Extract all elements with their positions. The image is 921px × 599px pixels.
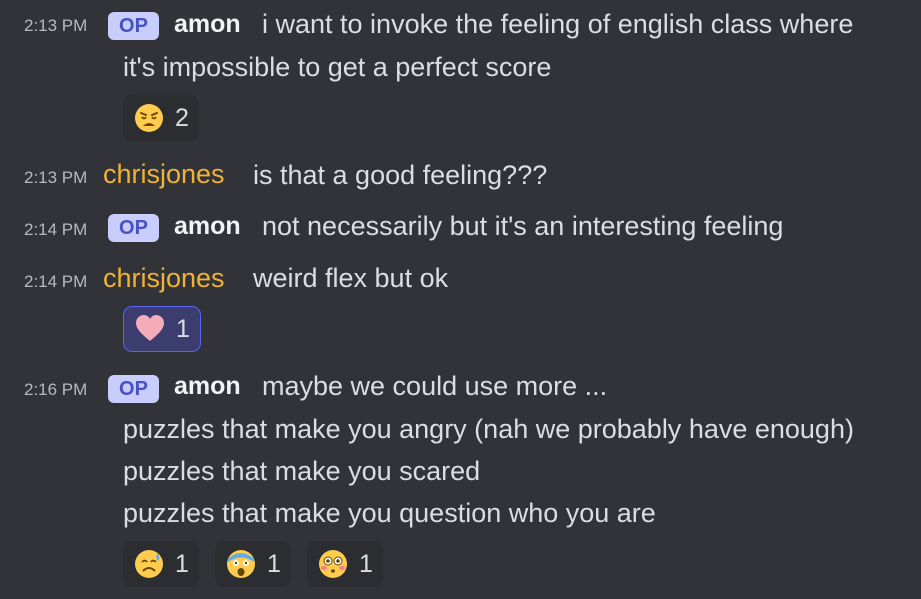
- screaming-face-icon: [225, 548, 257, 580]
- message-text: is that a good feeling???: [253, 160, 548, 190]
- message-text: weird flex but ok: [253, 263, 449, 293]
- weary-face-icon: [133, 102, 165, 134]
- timestamp: 2:14 PM: [24, 220, 88, 239]
- reaction-pink-heart[interactable]: 1: [123, 306, 201, 352]
- message-text-continuation: it's impossible to get a perfect score: [123, 52, 552, 82]
- op-badge[interactable]: OP: [108, 214, 159, 242]
- anxious-face-icon: [133, 548, 165, 580]
- chat-log: 2:13 PM OP amon i want to invoke the fee…: [0, 0, 921, 599]
- op-badge[interactable]: OP: [108, 375, 159, 403]
- reaction-count: 1: [267, 549, 281, 578]
- message-text: maybe we could use more ...: [262, 371, 608, 401]
- username[interactable]: amon: [174, 10, 241, 39]
- timestamp: 2:16 PM: [24, 380, 88, 399]
- reaction-count: 1: [176, 314, 190, 343]
- reaction-screaming-face[interactable]: 1: [215, 541, 291, 587]
- username[interactable]: chrisjones: [103, 159, 225, 190]
- message-line: puzzles that make you scared: [123, 456, 481, 486]
- op-badge[interactable]: OP: [108, 12, 159, 40]
- reaction-count: 1: [175, 549, 189, 578]
- flushed-face-icon: [317, 548, 349, 580]
- username[interactable]: amon: [174, 372, 241, 401]
- reaction-anxious-face[interactable]: 1: [123, 541, 199, 587]
- timestamp: 2:14 PM: [24, 272, 88, 291]
- reaction-weary-face[interactable]: 2: [123, 95, 199, 141]
- reaction-flushed-face[interactable]: 1: [307, 541, 383, 587]
- pink-heart-icon: [134, 313, 166, 345]
- reaction-count: 2: [175, 103, 189, 132]
- message-text: not necessarily but it's an interesting …: [262, 211, 784, 241]
- timestamp: 2:13 PM: [24, 16, 88, 35]
- message-line: puzzles that make you angry (nah we prob…: [123, 414, 854, 444]
- message-text: i want to invoke the feeling of english …: [262, 9, 854, 39]
- timestamp: 2:13 PM: [24, 168, 88, 187]
- reaction-count: 1: [359, 549, 373, 578]
- username[interactable]: amon: [174, 212, 241, 241]
- username[interactable]: chrisjones: [103, 263, 225, 294]
- message-line: puzzles that make you question who you a…: [123, 498, 656, 528]
